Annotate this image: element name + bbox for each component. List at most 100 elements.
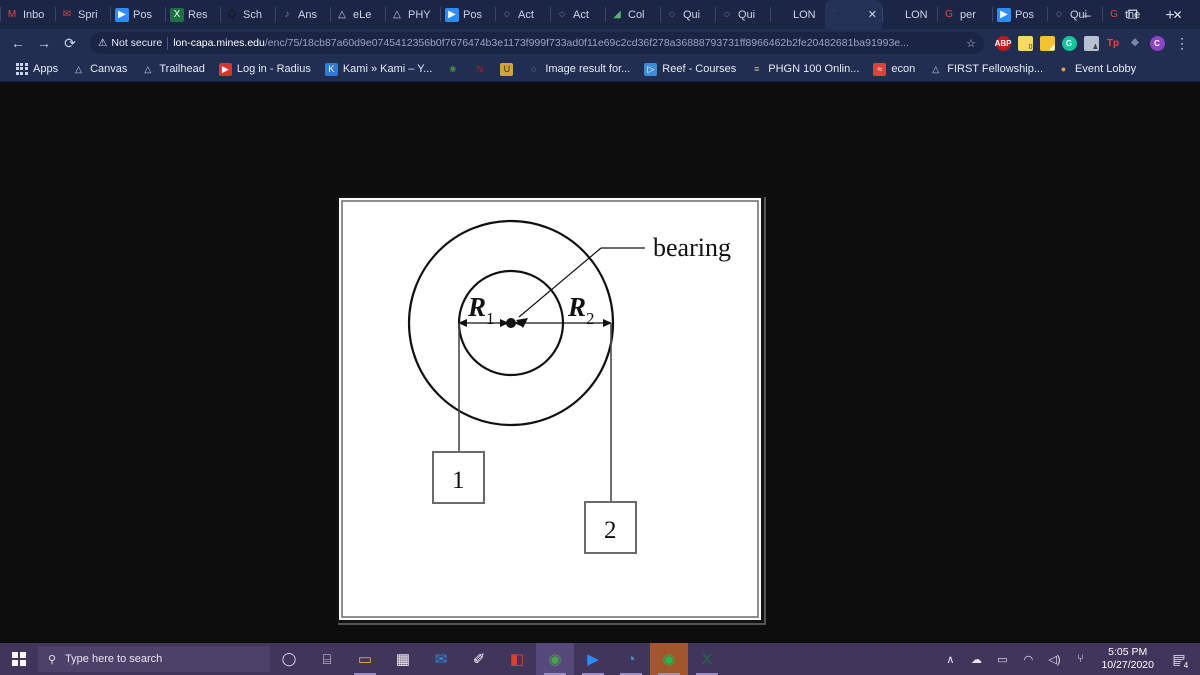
- browser-tab-4[interactable]: Q Sch: [220, 0, 275, 29]
- forward-button[interactable]: →: [32, 31, 56, 55]
- minimize-button[interactable]: –: [1065, 0, 1110, 29]
- bookmark-star-icon[interactable]: ☆: [960, 37, 976, 50]
- browser-tab-7[interactable]: △ PHY: [385, 0, 440, 29]
- close-button[interactable]: ✕: [1155, 0, 1200, 29]
- bluetooth-icon[interactable]: ⑂: [1067, 643, 1093, 675]
- bookmark-item-2[interactable]: △ Trailhead: [134, 59, 211, 79]
- back-button[interactable]: ←: [6, 31, 30, 55]
- browser-tab-0[interactable]: M Inbo: [0, 0, 55, 29]
- drop-icon: △: [338, 8, 346, 20]
- tab-title: Pos: [463, 8, 482, 21]
- windows-taskbar: ⚲ Type here to search ◯ ⌸ ▭ ▦ ✉ ✐ ◧ ◉ ▶ ◔ ◉ X ∧ ☁ ▭…: [0, 643, 1200, 675]
- battery-icon[interactable]: ▭: [989, 643, 1015, 675]
- tab-title: Inbo: [23, 8, 45, 21]
- clock-time: 5:05 PM: [1108, 646, 1148, 658]
- browser-tab-9[interactable]: ◌ Act: [495, 0, 550, 29]
- bookmark-item-6[interactable]: N: [466, 59, 493, 79]
- tab-title: Sch: [243, 8, 262, 21]
- show-hidden-icons[interactable]: ∧: [937, 643, 963, 675]
- address-bar[interactable]: ⚠ Not secure lon-capa.mines.edu/enc/75/1…: [90, 32, 984, 54]
- adblock-plus-extension[interactable]: ABP: [992, 32, 1014, 54]
- balloon-icon: ●: [1060, 64, 1067, 74]
- taskbar-app-spotify[interactable]: ◉: [650, 643, 688, 675]
- gmail-icon: M: [7, 8, 17, 20]
- browser-tab-1[interactable]: ✉ Spri: [55, 0, 110, 29]
- browser-tab-10[interactable]: ◌ Act: [550, 0, 605, 29]
- bookmark-item-13[interactable]: ● Event Lobby: [1050, 59, 1143, 79]
- econ-icon: ≈: [873, 62, 887, 76]
- browser-tab-11[interactable]: ◢ Col: [605, 0, 660, 29]
- bookmark-item-4[interactable]: K Kami » Kami – Y...: [318, 59, 439, 79]
- tab-close-icon[interactable]: ✕: [868, 8, 877, 21]
- taskbar-app-google-chrome[interactable]: ◉: [536, 643, 574, 675]
- notification-center-button[interactable]: ▤ 4: [1162, 643, 1196, 675]
- taskbar-app-zoom[interactable]: ▶: [574, 643, 612, 675]
- bookmark-item-9[interactable]: ▷ Reef - Courses: [637, 59, 743, 79]
- bookmark-item-7[interactable]: U: [493, 59, 520, 79]
- reload-button[interactable]: ⟳: [58, 31, 82, 55]
- tab-divider: [330, 7, 331, 22]
- pulley-diagram-svg: bearing R 1 R 2 1 2: [339, 198, 761, 620]
- browser-tab-3[interactable]: X Res: [165, 0, 220, 29]
- tab-title: Col: [628, 8, 645, 21]
- browser-tab-16[interactable]: ◔ LON: [882, 0, 937, 29]
- taskbar-app-mail[interactable]: ✉: [422, 643, 460, 675]
- browser-tab-8[interactable]: ▶ Pos: [440, 0, 495, 29]
- tab-title: eLe: [353, 8, 372, 21]
- task-view-button[interactable]: ⌸: [308, 643, 346, 675]
- browser-tab-17[interactable]: Gper: [937, 0, 992, 29]
- security-status-label: Not secure: [111, 37, 163, 49]
- honey-extension[interactable]: ♟: [1080, 32, 1102, 54]
- maximize-button[interactable]: ❐: [1110, 0, 1155, 29]
- grammarly-extension[interactable]: G: [1058, 32, 1080, 54]
- bookmark-item-5[interactable]: ❀: [439, 59, 466, 79]
- browser-menu-button[interactable]: ⋮: [1170, 31, 1194, 55]
- taskbar-app-area: ▭ ▦ ✉ ✐ ◧ ◉ ▶ ◔ ◉ X: [346, 643, 726, 675]
- extensions-puzzle-icon[interactable]: ❖: [1124, 32, 1146, 54]
- tab-divider: [440, 7, 441, 22]
- bookmark-item-3[interactable]: ▶ Log in - Radius: [212, 59, 318, 79]
- taskbar-app-snip-and-sketch[interactable]: ✐: [460, 643, 498, 675]
- bookmark-item-10[interactable]: ≡ PHGN 100 Onlin...: [743, 59, 866, 79]
- browser-tab-5[interactable]: ♪ Ans: [275, 0, 330, 29]
- tab-divider: [937, 7, 938, 22]
- taskbar-app-microsoft-edge[interactable]: ◔: [612, 643, 650, 675]
- cortana-button[interactable]: ◯: [270, 643, 308, 675]
- tp-extension[interactable]: Tp: [1102, 32, 1124, 54]
- browser-tab-18[interactable]: ▶ Pos: [992, 0, 1047, 29]
- security-status[interactable]: ⚠ Not secure: [98, 37, 162, 49]
- wifi-icon[interactable]: ◠: [1015, 643, 1041, 675]
- taskbar-clock[interactable]: 5:05 PM 10/27/2020: [1093, 646, 1162, 672]
- onedrive-icon[interactable]: ☁: [963, 643, 989, 675]
- kami-extension[interactable]: ◢: [1036, 32, 1058, 54]
- browser-tab-15[interactable]: ◔ ✕: [825, 0, 882, 29]
- globe-icon: ◌: [1056, 8, 1062, 20]
- sticky-note-extension[interactable]: 0: [1014, 32, 1036, 54]
- taskbar-app-microsoft-excel[interactable]: X: [688, 643, 726, 675]
- taskbar-search-box[interactable]: ⚲ Type here to search: [38, 646, 270, 672]
- system-tray: ∧ ☁ ▭ ◠ ◁) ⑂ 5:05 PM 10/27/2020 ▤ 4: [937, 643, 1200, 675]
- tab-title: Qui: [683, 8, 701, 21]
- browser-tab-13[interactable]: ◌ Qui: [715, 0, 770, 29]
- bookmark-item-8[interactable]: ◌ Image result for...: [520, 59, 637, 79]
- windows-logo-icon: [12, 652, 26, 666]
- zoom-icon: ▶: [997, 7, 1011, 22]
- bookmark-item-1[interactable]: △ Canvas: [65, 59, 134, 79]
- browser-tab-2[interactable]: ▶ Pos: [110, 0, 165, 29]
- browser-tab-14[interactable]: ◔ LON: [770, 0, 825, 29]
- kami-extension-glyph: ◢: [1039, 35, 1055, 51]
- loncapa-icon: ◔: [833, 8, 841, 20]
- browser-tab-12[interactable]: ◌ Qui: [660, 0, 715, 29]
- browser-tab-6[interactable]: △ eLe: [330, 0, 385, 29]
- tab-title: Act: [573, 8, 589, 21]
- bookmark-item-0[interactable]: Apps: [8, 59, 65, 79]
- bookmark-item-12[interactable]: △ FIRST Fellowship...: [922, 59, 1050, 79]
- taskbar-app-microsoft-store[interactable]: ▦: [384, 643, 422, 675]
- volume-icon[interactable]: ◁): [1041, 643, 1067, 675]
- profile-avatar[interactable]: C: [1146, 32, 1168, 54]
- bookmark-item-11[interactable]: ≈ econ: [866, 59, 922, 79]
- microsoft-store-icon: ▦: [395, 651, 411, 668]
- taskbar-app-microsoft-office[interactable]: ◧: [498, 643, 536, 675]
- taskbar-app-file-explorer[interactable]: ▭: [346, 643, 384, 675]
- start-button[interactable]: [0, 643, 38, 675]
